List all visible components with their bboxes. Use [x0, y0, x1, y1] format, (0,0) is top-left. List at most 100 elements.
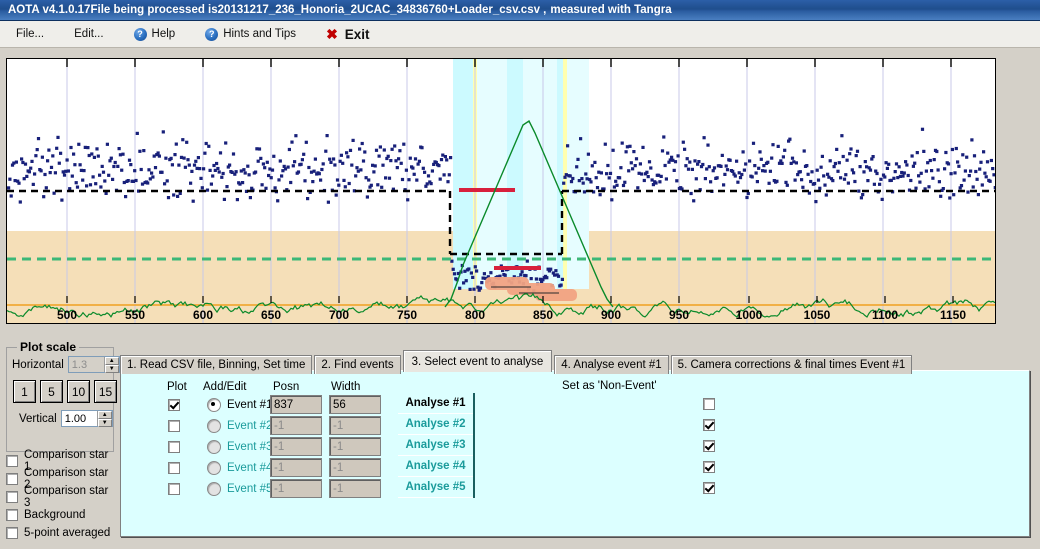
event-radio-row-1: Event #1	[207, 395, 272, 414]
event-row-2	[168, 416, 186, 435]
checkbox-comparison-star-2[interactable]	[6, 473, 18, 485]
non-event-checkbox-3[interactable]	[703, 440, 715, 452]
width-input-event-1[interactable]: 56	[329, 395, 381, 414]
checkbox-5-point-averaged[interactable]	[6, 527, 18, 539]
width-input-event-5[interactable]: -1	[329, 479, 381, 498]
posn-input-event-5[interactable]: -1	[270, 479, 322, 498]
event-label-5: Event #5	[227, 482, 273, 495]
checkbox-row-comparison-star-3[interactable]: Comparison star 3	[6, 485, 116, 509]
posn-input-event-4[interactable]: -1	[270, 458, 322, 477]
close-x-icon: ✖	[326, 26, 338, 42]
checkbox-comparison-star-1[interactable]	[6, 455, 18, 467]
event-radio-row-5: Event #5	[207, 479, 272, 498]
horizontal-scale-label: Horizontal	[12, 358, 64, 371]
vertical-scale-row: Vertical 1.00 ▲ ▼	[19, 410, 113, 427]
event-row-5	[168, 479, 186, 498]
analyse-button-3[interactable]: Analyse #3	[398, 435, 473, 456]
checkbox-comparison-star-3[interactable]	[6, 491, 18, 503]
svg-text:600: 600	[193, 308, 213, 322]
width-input-event-4[interactable]: -1	[329, 458, 381, 477]
horizontal-scale-up-icon[interactable]: ▲	[104, 357, 119, 365]
svg-text:900: 900	[601, 308, 621, 322]
title-suffix: measured with Tangra	[550, 4, 672, 16]
checkbox-label-5-point-averaged: 5-point averaged	[24, 527, 111, 539]
posn-input-event-1[interactable]: 837	[270, 395, 322, 414]
plot-scale-legend: Plot scale	[17, 340, 80, 354]
scale-button-5[interactable]: 5	[40, 380, 63, 403]
light-curve-svg	[7, 59, 995, 323]
horizontal-scale-down-icon[interactable]: ▼	[104, 365, 119, 373]
vertical-scale-value: 1.00	[61, 411, 97, 426]
plot-checkbox-event-2[interactable]	[168, 419, 180, 432]
svg-text:1100: 1100	[872, 308, 898, 322]
horizontal-scale-arrows[interactable]: ▲ ▼	[103, 357, 119, 373]
event-row-1	[168, 395, 186, 414]
menu-exit-label: Exit	[344, 26, 370, 42]
vertical-scale-arrows[interactable]: ▲ ▼	[96, 411, 112, 427]
scale-button-15[interactable]: 15	[94, 380, 117, 403]
horizontal-scale-stepper[interactable]: 1.3 ▲ ▼	[67, 356, 120, 373]
event-label-3: Event #3	[227, 440, 273, 453]
event-row-4	[168, 458, 186, 477]
light-curve-chart[interactable]	[6, 58, 996, 324]
menu-help[interactable]: ? Help	[133, 27, 175, 41]
menu-edit-label: Edit...	[74, 28, 104, 40]
menu-hints-and-tips[interactable]: ? Hints and Tips	[205, 27, 297, 41]
tab-camera-corrections[interactable]: 5. Camera corrections & final times Even…	[670, 355, 913, 374]
tab-select-event-to-analyse[interactable]: 3. Select event to analyse	[402, 350, 553, 372]
select-radio-event-2[interactable]	[207, 418, 221, 433]
vertical-scale-stepper[interactable]: 1.00 ▲ ▼	[60, 410, 113, 427]
scale-button-10[interactable]: 10	[67, 380, 90, 403]
tab-find-events[interactable]: 2. Find events	[314, 355, 401, 374]
posn-input-event-2[interactable]: -1	[270, 416, 322, 435]
analyse-button-5[interactable]: Analyse #5	[398, 477, 473, 498]
svg-text:750: 750	[397, 308, 417, 322]
select-radio-event-1[interactable]	[207, 397, 221, 412]
select-radio-event-3[interactable]	[207, 439, 221, 454]
checkbox-background[interactable]	[6, 509, 18, 521]
chart-x-axis: 500 550 600 650 700 750 800 850 900 950 …	[57, 296, 966, 322]
svg-text:1150: 1150	[940, 308, 966, 322]
checkbox-row-5-point-averaged[interactable]: 5-point averaged	[6, 524, 116, 542]
menu-file[interactable]: File...	[16, 28, 44, 40]
event-radio-row-4: Event #4	[207, 458, 272, 477]
vertical-scale-down-icon[interactable]: ▼	[97, 419, 112, 427]
checkbox-label-comparison-star-3: Comparison star 3	[24, 485, 109, 509]
svg-text:500: 500	[57, 308, 77, 322]
non-event-checkbox-1[interactable]	[703, 398, 715, 410]
svg-text:550: 550	[125, 308, 145, 322]
plot-scale-group: Plot scale Horizontal 1.3 ▲ ▼ 1 5 10 15 …	[6, 340, 120, 452]
select-radio-event-5[interactable]	[207, 481, 221, 496]
help-circle-icon: ?	[133, 27, 147, 41]
non-event-checkbox-4[interactable]	[703, 461, 715, 473]
non-event-checkbox-2[interactable]	[703, 419, 715, 431]
select-radio-event-4[interactable]	[207, 460, 221, 475]
menu-hints-label: Hints and Tips	[223, 28, 297, 40]
analyse-button-4[interactable]: Analyse #4	[398, 456, 473, 477]
menu-exit[interactable]: ✖ Exit	[326, 27, 370, 42]
width-input-event-2[interactable]: -1	[329, 416, 381, 435]
vertical-scale-up-icon[interactable]: ▲	[97, 411, 112, 419]
plot-checkbox-event-4[interactable]	[168, 461, 180, 474]
horizontal-scale-row: Horizontal 1.3 ▲ ▼	[12, 356, 120, 373]
vertical-scale-label: Vertical	[19, 412, 57, 425]
menu-edit[interactable]: Edit...	[74, 28, 103, 40]
plot-checkbox-event-5[interactable]	[168, 482, 180, 495]
width-input-event-3[interactable]: -1	[329, 437, 381, 456]
analyse-button-1[interactable]: Analyse #1	[398, 393, 473, 414]
tab-read-csv[interactable]: 1. Read CSV file, Binning, Set time	[120, 355, 313, 374]
processed-filename: 20131217_236_Honoria_2UCAC_34836760+Load…	[217, 4, 547, 16]
analyse-button-2[interactable]: Analyse #2	[398, 414, 473, 435]
non-event-checkbox-5[interactable]	[703, 482, 715, 494]
plot-checkbox-event-3[interactable]	[168, 440, 180, 453]
svg-text:650: 650	[261, 308, 281, 322]
posn-input-event-3[interactable]: -1	[270, 437, 322, 456]
title-prefix: File being processed is	[90, 4, 218, 16]
horizontal-scale-value: 1.3	[68, 357, 104, 372]
event-radio-row-2: Event #2	[207, 416, 272, 435]
non-event-column-header: Set as 'Non-Event'	[562, 380, 657, 392]
event-radio-row-3: Event #3	[207, 437, 272, 456]
scale-button-1[interactable]: 1	[13, 380, 36, 403]
plot-checkbox-event-1[interactable]	[168, 398, 180, 411]
tab-analyse-event[interactable]: 4. Analyse event #1	[554, 355, 669, 374]
